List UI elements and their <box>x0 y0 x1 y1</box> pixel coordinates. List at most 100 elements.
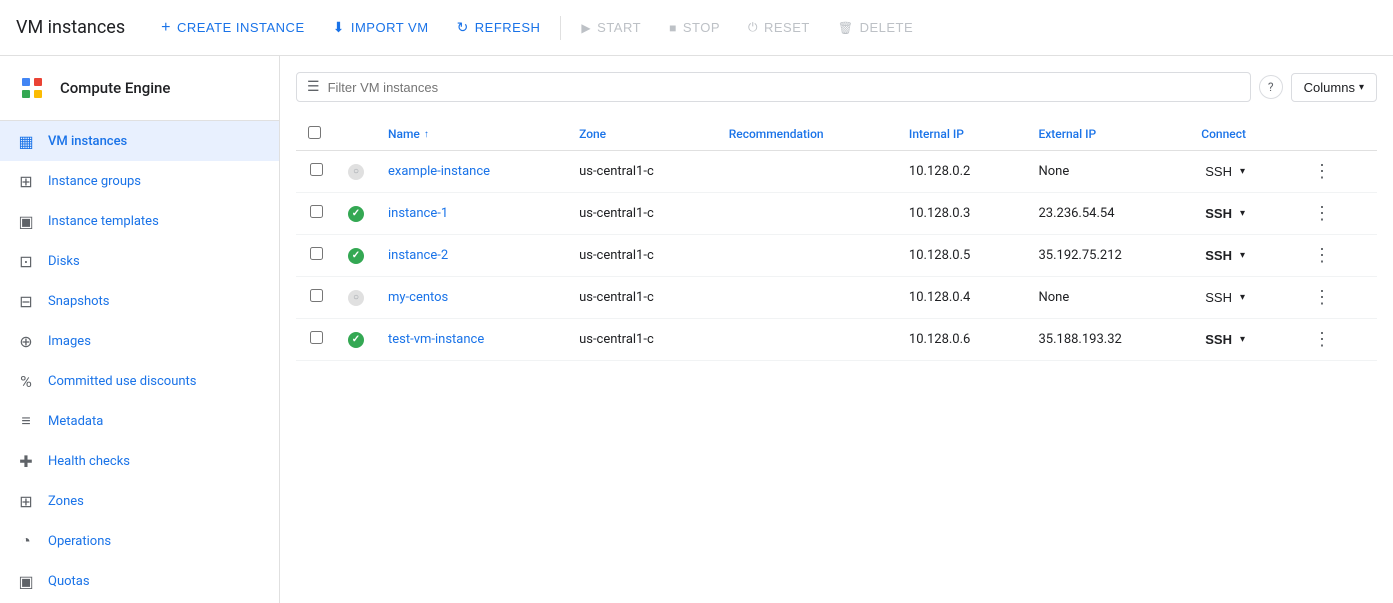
sidebar-item-disks[interactable]: ⊡ Disks <box>0 241 279 281</box>
metadata-icon: ≡ <box>16 411 36 431</box>
select-all-checkbox[interactable] <box>308 126 321 139</box>
filter-input-wrapper[interactable]: ☰ <box>296 72 1251 102</box>
ssh-button[interactable]: SSH <box>1201 246 1236 265</box>
reset-button[interactable]: ⏻ RESET <box>736 14 822 41</box>
connect-cell: SSH ▾ <box>1189 193 1295 235</box>
toolbar-actions: + CREATE INSTANCE ⬇ IMPORT VM ↻ REFRESH … <box>149 13 925 43</box>
sidebar-item-instance-groups[interactable]: ⊞ Instance groups <box>0 161 279 201</box>
images-icon: ⊕ <box>16 331 36 351</box>
table-row: ○ example-instance us-central1-c 10.128.… <box>296 151 1377 193</box>
instance-external-ip: None <box>1026 277 1189 319</box>
metadata-label: Metadata <box>48 414 103 429</box>
more-actions-cell: ⋮ <box>1295 277 1377 319</box>
instance-name[interactable]: instance-1 <box>376 193 567 235</box>
filter-help-icon[interactable]: ? <box>1259 75 1283 99</box>
more-actions-button[interactable]: ⋮ <box>1307 201 1337 226</box>
disks-icon: ⊡ <box>16 251 36 271</box>
table-row: ✓ instance-1 us-central1-c 10.128.0.3 23… <box>296 193 1377 235</box>
sidebar-item-health-checks[interactable]: ✚ Health checks <box>0 441 279 481</box>
sidebar-item-zones[interactable]: ⊞ Zones <box>0 481 279 521</box>
start-button[interactable]: ▶ START <box>569 14 653 41</box>
instance-external-ip: 35.192.75.212 <box>1026 235 1189 277</box>
instance-recommendation <box>717 277 897 319</box>
main-layout: Compute Engine ▦ VM instances ⊞ Instance… <box>0 56 1393 603</box>
chevron-down-icon: ▾ <box>1240 166 1245 177</box>
quotas-label: Quotas <box>48 574 90 589</box>
instance-zone: us-central1-c <box>567 319 717 361</box>
refresh-icon: ↻ <box>457 19 469 36</box>
instance-external-ip: None <box>1026 151 1189 193</box>
instance-zone: us-central1-c <box>567 235 717 277</box>
connect-header: Connect <box>1189 118 1295 151</box>
row-checkbox-cell <box>296 319 336 361</box>
sidebar-item-images[interactable]: ⊕ Images <box>0 321 279 361</box>
connect-cell: SSH ▾ <box>1189 235 1295 277</box>
row-checkbox-2[interactable] <box>310 247 323 260</box>
sidebar-item-snapshots[interactable]: ⊟ Snapshots <box>0 281 279 321</box>
sidebar-item-operations[interactable]: ◔ Operations <box>0 521 279 561</box>
snapshots-label: Snapshots <box>48 294 110 309</box>
sidebar-items-container: ▦ VM instances ⊞ Instance groups ▣ Insta… <box>0 121 279 603</box>
sidebar-item-committed-use-discounts[interactable]: % Committed use discounts <box>0 361 279 401</box>
more-actions-cell: ⋮ <box>1295 151 1377 193</box>
instance-groups-label: Instance groups <box>48 174 141 189</box>
vm-instances-icon: ▦ <box>16 131 36 151</box>
instance-recommendation <box>717 235 897 277</box>
instance-zone: us-central1-c <box>567 151 717 193</box>
row-checkbox-cell <box>296 277 336 319</box>
instance-external-ip: 35.188.193.32 <box>1026 319 1189 361</box>
sidebar-item-vm-instances[interactable]: ▦ VM instances <box>0 121 279 161</box>
instance-name[interactable]: my-centos <box>376 277 567 319</box>
instance-name[interactable]: instance-2 <box>376 235 567 277</box>
more-actions-button[interactable]: ⋮ <box>1307 159 1337 184</box>
instance-name[interactable]: example-instance <box>376 151 567 193</box>
import-vm-button[interactable]: ⬇ IMPORT VM <box>321 13 441 42</box>
ssh-dropdown-button[interactable]: ▾ <box>1238 164 1247 179</box>
create-instance-button[interactable]: + CREATE INSTANCE <box>149 13 317 43</box>
filter-input[interactable] <box>328 80 1240 95</box>
ssh-button[interactable]: SSH <box>1201 330 1236 349</box>
status-cell: ✓ <box>336 235 376 277</box>
status-cell: ✓ <box>336 319 376 361</box>
more-actions-button[interactable]: ⋮ <box>1307 285 1337 310</box>
more-actions-cell: ⋮ <box>1295 193 1377 235</box>
more-actions-cell: ⋮ <box>1295 319 1377 361</box>
sidebar-item-quotas[interactable]: ▣ Quotas <box>0 561 279 601</box>
status-cell: ○ <box>336 277 376 319</box>
reset-icon: ⏻ <box>748 20 758 35</box>
refresh-button[interactable]: ↻ REFRESH <box>445 13 553 42</box>
sidebar-item-metadata[interactable]: ≡ Metadata <box>0 401 279 441</box>
name-header: Name ↑ <box>376 118 567 151</box>
row-checkbox-1[interactable] <box>310 205 323 218</box>
table-row: ✓ test-vm-instance us-central1-c 10.128.… <box>296 319 1377 361</box>
columns-button[interactable]: Columns ▾ <box>1291 73 1377 102</box>
ssh-dropdown-button[interactable]: ▾ <box>1238 332 1247 347</box>
more-actions-button[interactable]: ⋮ <box>1307 243 1337 268</box>
more-actions-button[interactable]: ⋮ <box>1307 327 1337 352</box>
status-indicator: ✓ <box>348 248 364 264</box>
stop-button[interactable]: ■ STOP <box>657 14 732 41</box>
status-indicator: ✓ <box>348 206 364 222</box>
row-checkbox-cell <box>296 151 336 193</box>
instance-name[interactable]: test-vm-instance <box>376 319 567 361</box>
instance-internal-ip: 10.128.0.4 <box>897 277 1027 319</box>
sidebar-item-instance-templates[interactable]: ▣ Instance templates <box>0 201 279 241</box>
table-row: ✓ instance-2 us-central1-c 10.128.0.5 35… <box>296 235 1377 277</box>
ssh-button[interactable]: SSH <box>1201 288 1236 307</box>
delete-button[interactable]: 🗑 DELETE <box>826 14 925 41</box>
instance-templates-label: Instance templates <box>48 214 159 229</box>
ssh-dropdown-button[interactable]: ▾ <box>1238 248 1247 263</box>
sidebar-header: Compute Engine <box>0 56 279 121</box>
health-checks-icon: ✚ <box>16 451 36 471</box>
sort-asc-icon: ↑ <box>424 129 429 140</box>
filter-bar: ☰ ? Columns ▾ <box>296 72 1377 102</box>
ssh-button[interactable]: SSH <box>1201 204 1236 223</box>
recommendation-header: Recommendation <box>717 118 897 151</box>
ssh-button[interactable]: SSH <box>1201 162 1236 181</box>
row-checkbox-3[interactable] <box>310 289 323 302</box>
row-checkbox-4[interactable] <box>310 331 323 344</box>
ssh-dropdown-button[interactable]: ▾ <box>1238 290 1247 305</box>
row-checkbox-0[interactable] <box>310 163 323 176</box>
ssh-dropdown-button[interactable]: ▾ <box>1238 206 1247 221</box>
snapshots-icon: ⊟ <box>16 291 36 311</box>
